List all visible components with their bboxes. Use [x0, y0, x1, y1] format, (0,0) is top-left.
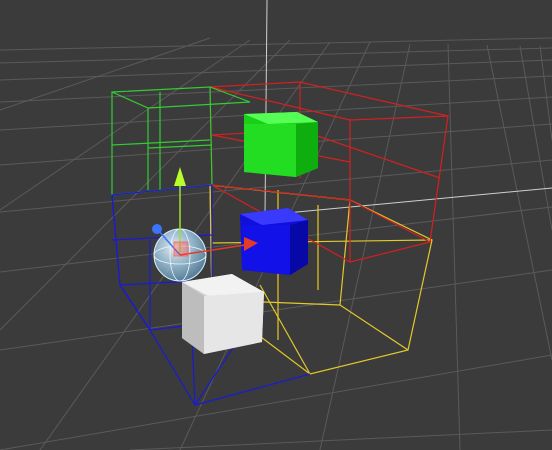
sphere-handle-icon[interactable] — [152, 224, 162, 234]
world-y-axis — [264, 0, 268, 216]
green-cube[interactable] — [244, 112, 318, 177]
scene-canvas[interactable] — [0, 0, 552, 450]
gizmo-plane-handle[interactable] — [173, 241, 189, 257]
cone-up-icon[interactable] — [174, 167, 186, 186]
world-x-axis — [264, 187, 552, 216]
white-cube[interactable] — [182, 274, 264, 354]
3d-viewport[interactable] — [0, 0, 552, 450]
